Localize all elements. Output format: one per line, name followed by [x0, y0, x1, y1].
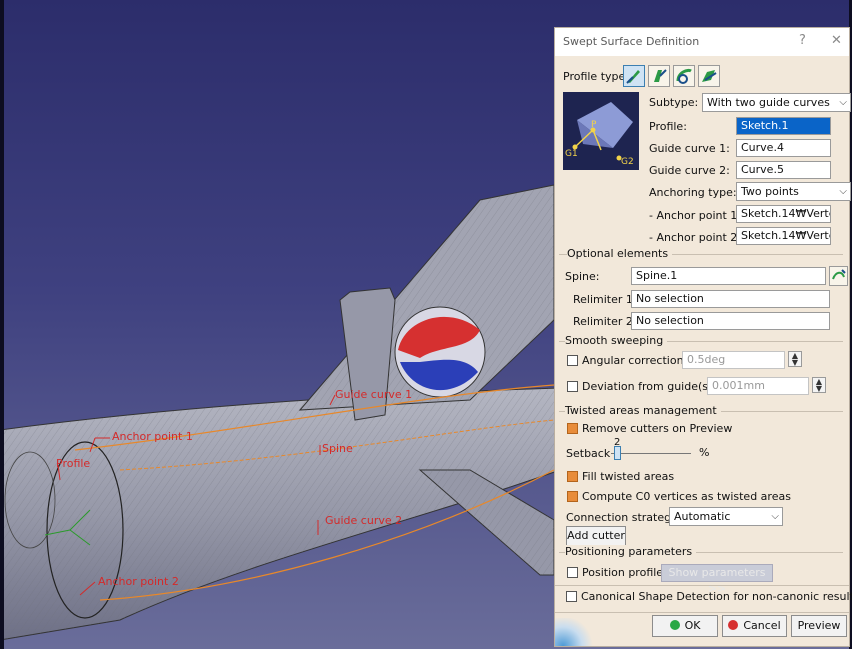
setback-slider-thumb[interactable]: [614, 446, 621, 460]
angular-correction-checkbox[interactable]: [567, 355, 578, 366]
setback-slider-track[interactable]: [611, 453, 691, 454]
positioning-parameters-group: Positioning parameters: [555, 545, 849, 559]
fill-twisted-checkbox[interactable]: [567, 471, 578, 482]
relimiter-1-field[interactable]: No selection: [631, 290, 830, 308]
explicit-sweep-icon[interactable]: [623, 65, 645, 87]
deviation-label: Deviation from guide(s):: [582, 380, 716, 393]
profile-label: Profile:: [649, 120, 687, 133]
add-cutter-button[interactable]: Add cutter: [566, 526, 626, 546]
anchor-point-2-label: - Anchor point 2:: [649, 231, 741, 244]
label-spine: Spine: [322, 442, 353, 455]
anchor-point-2-field[interactable]: Sketch.14₩Vertex.: [736, 227, 831, 245]
swept-surface-dialog: Swept Surface Definition ? ✕ Profile typ…: [554, 27, 852, 647]
twisted-areas-group: Twisted areas management: [555, 404, 849, 418]
guide-curve-2-field[interactable]: Curve.5: [736, 161, 831, 179]
ok-icon: [669, 620, 680, 630]
anchor-point-1-label: - Anchor point 1:: [649, 209, 741, 222]
compute-c0-label: Compute C0 vertices as twisted areas: [582, 490, 791, 503]
anchoring-type-combo[interactable]: Two points ⌵: [736, 182, 851, 201]
label-anchor-point-1: Anchor point 1: [112, 430, 193, 443]
deviation-field[interactable]: 0.001mm: [707, 377, 809, 395]
fill-twisted-label: Fill twisted areas: [582, 470, 675, 483]
catia-logo: [555, 618, 595, 646]
relimiter-2-field[interactable]: No selection: [631, 312, 830, 330]
connection-strategy-label: Connection strategy:: [566, 511, 681, 524]
setback-unit: %: [699, 446, 710, 459]
anchoring-type-label: Anchoring type:: [649, 186, 737, 199]
close-icon[interactable]: ✕: [831, 33, 842, 48]
dialog-title: Swept Surface Definition: [563, 35, 700, 48]
spine-field[interactable]: Spine.1: [631, 267, 826, 285]
label-profile: Profile: [56, 457, 90, 470]
spine-label: Spine:: [565, 270, 600, 283]
deviation-spinner[interactable]: ▲ ▼: [812, 377, 826, 393]
show-parameters-button[interactable]: Show parameters >>: [661, 564, 773, 595]
guide-curve-2-label: Guide curve 2:: [649, 164, 730, 177]
connection-strategy-combo[interactable]: Automatic ⌵: [669, 507, 783, 526]
angular-correction-spinner[interactable]: ▲ ▼: [788, 351, 802, 367]
preview-button[interactable]: Preview: [791, 615, 847, 637]
subtype-combo[interactable]: With two guide curves ⌵: [702, 93, 851, 112]
compute-c0-checkbox[interactable]: [567, 491, 578, 502]
dialog-titlebar[interactable]: Swept Surface Definition ? ✕: [555, 28, 849, 56]
cancel-button[interactable]: Cancel: [722, 615, 787, 637]
deviation-checkbox[interactable]: [567, 381, 578, 392]
remove-cutters-checkbox[interactable]: [567, 423, 578, 434]
guide-curve-1-label: Guide curve 1:: [649, 142, 730, 155]
relimiter-2-label: Relimiter 2:: [573, 315, 637, 328]
sweep-preview-image: P G1 G2: [563, 92, 639, 170]
label-guide-curve-2: Guide curve 2: [325, 514, 402, 527]
ok-button[interactable]: OK: [652, 615, 718, 637]
chevron-down-icon: ⌵: [771, 511, 779, 522]
label-guide-curve-1: Guide curve 1: [335, 388, 412, 401]
canonical-label: Canonical Shape Detection for non-canoni…: [581, 590, 852, 603]
setback-label: Setback: [566, 447, 611, 460]
position-profile-label: Position profile: [582, 566, 664, 579]
angular-correction-field[interactable]: 0.5deg: [682, 351, 785, 369]
cancel-icon: [728, 620, 739, 630]
subtype-label: Subtype:: [649, 96, 699, 109]
label-anchor-point-2: Anchor point 2: [98, 575, 179, 588]
svg-text:P: P: [591, 120, 597, 130]
remove-cutters-label: Remove cutters on Preview: [582, 422, 733, 435]
window-frame-left: [0, 0, 4, 649]
guide-curve-1-field[interactable]: Curve.4: [736, 139, 831, 157]
optional-elements-group: Optional elements: [555, 247, 849, 261]
help-icon[interactable]: ?: [799, 33, 806, 48]
circle-sweep-icon[interactable]: [673, 65, 695, 87]
anchor-point-1-field[interactable]: Sketch.14₩Vertex.: [736, 205, 831, 223]
relimiter-1-label: Relimiter 1:: [573, 293, 637, 306]
chevron-down-icon: ⌵: [839, 97, 847, 108]
profile-type-label: Profile type:: [563, 70, 629, 83]
angular-correction-label: Angular correction:: [582, 354, 688, 367]
position-profile-checkbox[interactable]: [567, 567, 578, 578]
chevron-down-icon: ⌵: [839, 186, 847, 197]
canonical-checkbox[interactable]: [566, 591, 577, 602]
svg-text:G1: G1: [565, 149, 578, 159]
smooth-sweeping-group: Smooth sweeping: [555, 334, 849, 348]
profile-field[interactable]: Sketch.1: [736, 117, 831, 135]
line-sweep-icon[interactable]: [648, 65, 670, 87]
spine-options-icon[interactable]: [829, 266, 848, 286]
conic-sweep-icon[interactable]: [698, 65, 720, 87]
svg-text:G2: G2: [621, 157, 634, 167]
